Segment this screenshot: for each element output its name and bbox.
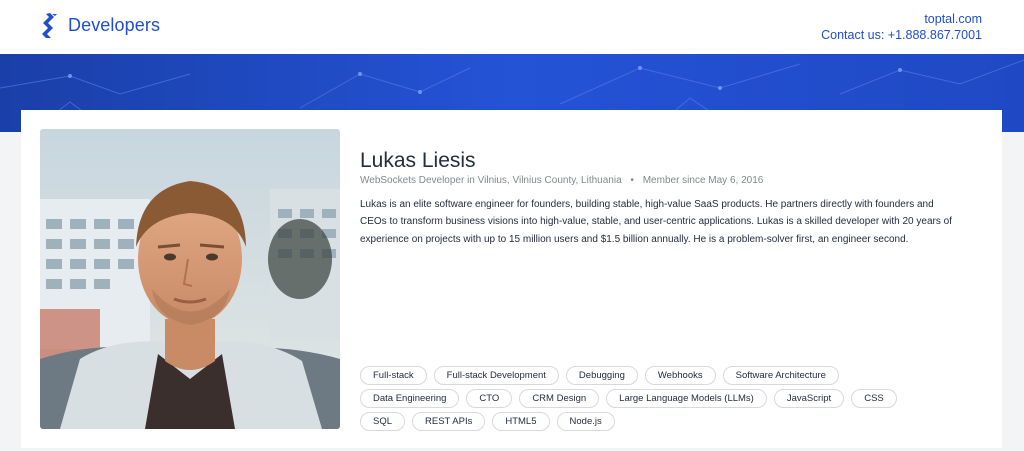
skill-tag[interactable]: Debugging	[565, 366, 638, 385]
skill-tag[interactable]: CTO	[466, 389, 513, 408]
skills-row: Data Engineering CTO CRM Design Large La…	[360, 389, 960, 408]
profile-photo	[40, 129, 340, 429]
skill-tag[interactable]: Node.js	[556, 412, 615, 431]
skill-tag[interactable]: SQL	[360, 412, 406, 431]
developer-name: Lukas Liesis	[360, 149, 476, 172]
skill-tag[interactable]: REST APIs	[412, 412, 486, 431]
meta-separator: •	[630, 175, 634, 186]
member-since: Member since May 6, 2016	[642, 175, 764, 186]
site-link[interactable]: toptal.com	[821, 11, 982, 27]
skill-tag[interactable]: CRM Design	[519, 389, 600, 408]
profile-meta: WebSockets Developer in Vilnius, Vilnius…	[360, 175, 763, 186]
role-location: WebSockets Developer in Vilnius, Vilnius…	[360, 175, 622, 186]
skill-tag[interactable]: Software Architecture	[722, 366, 839, 385]
skill-tag[interactable]: Large Language Models (LLMs)	[606, 389, 767, 408]
skills-row: Full-stack Full-stack Development Debugg…	[360, 366, 960, 385]
toptal-logo[interactable]: Developers	[40, 12, 160, 39]
contact-block: toptal.com Contact us: +1.888.867.7001	[821, 11, 982, 43]
skill-tag[interactable]: Data Engineering	[360, 389, 460, 408]
top-bar: Developers toptal.com Contact us: +1.888…	[0, 0, 1024, 54]
skill-tag[interactable]: Full-stack Development	[433, 366, 559, 385]
skill-tag[interactable]: HTML5	[492, 412, 550, 431]
skills-row: SQL REST APIs HTML5 Node.js	[360, 412, 960, 431]
skills-list: Full-stack Full-stack Development Debugg…	[360, 366, 960, 435]
skill-tag[interactable]: Webhooks	[644, 366, 716, 385]
skill-tag[interactable]: Full-stack	[360, 366, 427, 385]
toptal-logo-icon	[42, 13, 57, 38]
logo-text: Developers	[68, 15, 161, 35]
contact-phone-link[interactable]: Contact us: +1.888.867.7001	[821, 27, 982, 43]
skill-tag[interactable]: CSS	[851, 389, 897, 408]
profile-bio: Lukas is an elite software engineer for …	[360, 199, 952, 245]
skill-tag[interactable]: JavaScript	[773, 389, 845, 408]
profile-card: Lukas Liesis WebSockets Developer in Vil…	[21, 110, 1002, 448]
